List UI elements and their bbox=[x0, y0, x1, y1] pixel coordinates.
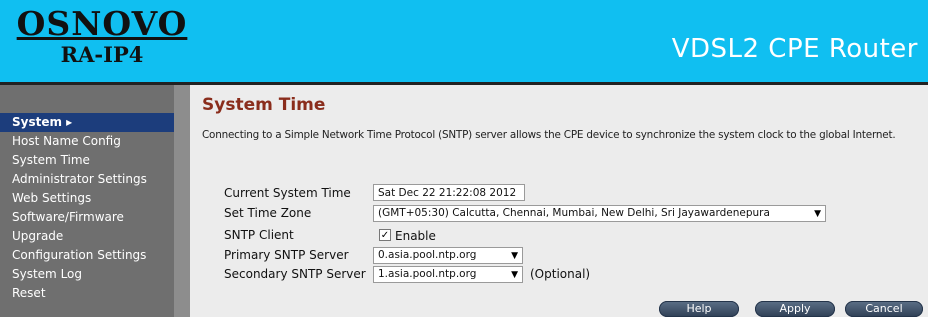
sidebar-item-web-settings[interactable]: Web Settings bbox=[0, 189, 174, 208]
primary-sntp-value: 0.asia.pool.ntp.org bbox=[378, 249, 477, 261]
sntp-client-label: SNTP Client bbox=[224, 228, 294, 242]
sidebar-item-configuration-settings[interactable]: Configuration Settings bbox=[0, 246, 174, 265]
chevron-down-icon: ▼ bbox=[814, 209, 821, 219]
header-bar: OSNOVO RA-IP4 VDSL2 CPE Router bbox=[0, 0, 928, 82]
sidebar-item-system-log[interactable]: System Log bbox=[0, 265, 174, 284]
sidebar-item-system[interactable]: System ▸ bbox=[0, 113, 174, 132]
check-icon: ✓ bbox=[380, 230, 390, 241]
sidebar-item-system-time[interactable]: System Time bbox=[0, 151, 174, 170]
apply-button[interactable]: Apply bbox=[755, 301, 835, 317]
sidebar: System ▸ Host Name Config System Time Ad… bbox=[0, 85, 190, 317]
current-time-field[interactable]: Sat Dec 22 21:22:08 2012 bbox=[373, 184, 525, 201]
sidebar-nav: System ▸ Host Name Config System Time Ad… bbox=[0, 113, 174, 303]
sntp-enable-label: Enable bbox=[395, 229, 436, 243]
cancel-button[interactable]: Cancel bbox=[845, 301, 923, 317]
sidebar-item-host-name-config[interactable]: Host Name Config bbox=[0, 132, 174, 151]
time-zone-label: Set Time Zone bbox=[224, 206, 312, 220]
primary-sntp-select[interactable]: 0.asia.pool.ntp.org ▼ bbox=[373, 247, 523, 264]
logo-brand-text: OSNOVO bbox=[16, 4, 188, 43]
primary-sntp-label: Primary SNTP Server bbox=[224, 248, 349, 262]
page-description: Connecting to a Simple Network Time Prot… bbox=[202, 129, 896, 141]
sidebar-item-administrator-settings[interactable]: Administrator Settings bbox=[0, 170, 174, 189]
chevron-down-icon: ▼ bbox=[511, 251, 518, 261]
time-zone-select[interactable]: (GMT+05:30) Calcutta, Chennai, Mumbai, N… bbox=[373, 205, 826, 222]
time-zone-value: (GMT+05:30) Calcutta, Chennai, Mumbai, N… bbox=[378, 207, 770, 219]
sntp-enable-checkbox[interactable]: ✓ bbox=[379, 229, 391, 241]
help-button[interactable]: Help bbox=[659, 301, 739, 317]
product-name: VDSL2 CPE Router bbox=[671, 34, 918, 64]
sidebar-item-upgrade[interactable]: Upgrade bbox=[0, 227, 174, 246]
sidebar-item-reset[interactable]: Reset bbox=[0, 284, 174, 303]
page-title: System Time bbox=[202, 95, 326, 115]
current-time-label: Current System Time bbox=[224, 186, 351, 200]
logo-model-text: RA-IP4 bbox=[60, 42, 144, 67]
secondary-sntp-select[interactable]: 1.asia.pool.ntp.org ▼ bbox=[373, 266, 523, 283]
sidebar-shade bbox=[174, 85, 190, 317]
brand-logo: OSNOVO RA-IP4 bbox=[16, 6, 188, 74]
sidebar-item-software-firmware[interactable]: Software/Firmware bbox=[0, 208, 174, 227]
chevron-down-icon: ▼ bbox=[511, 270, 518, 280]
optional-note: (Optional) bbox=[530, 267, 591, 281]
secondary-sntp-value: 1.asia.pool.ntp.org bbox=[378, 268, 477, 280]
main-content: System Time Connecting to a Simple Netwo… bbox=[190, 85, 928, 317]
secondary-sntp-label: Secondary SNTP Server bbox=[224, 267, 366, 281]
